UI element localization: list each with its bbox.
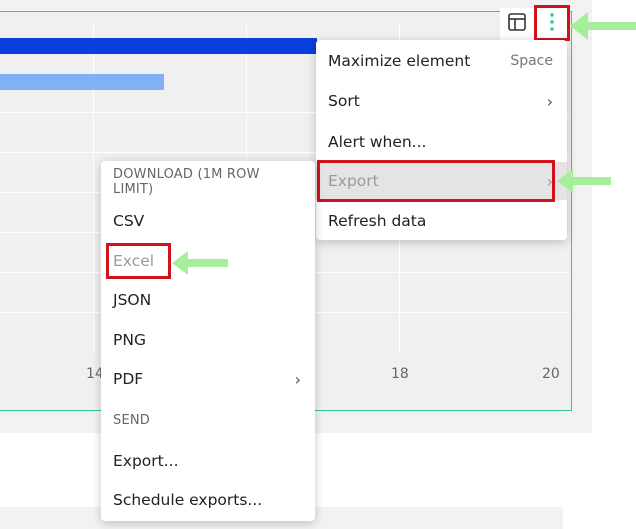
menu-item-label: Export... (113, 452, 179, 470)
arrow-left-icon (557, 169, 611, 193)
menu-item-label: Refresh data (328, 212, 427, 230)
export-highlight (317, 160, 555, 202)
menu-item-label: Alert when... (328, 133, 427, 151)
export-item-json[interactable]: JSON (101, 281, 315, 319)
menu-item-maximize[interactable]: Maximize element Space (316, 42, 567, 80)
export-item-csv[interactable]: CSV (101, 202, 315, 240)
menu-item-label: Maximize element (328, 52, 471, 70)
export-item-png[interactable]: PNG (101, 321, 315, 359)
export-item-schedule-exports[interactable]: Schedule exports... (101, 481, 315, 519)
send-section-header: SEND (101, 401, 315, 439)
menu-item-label: JSON (113, 291, 152, 309)
bar-series-2[interactable] (0, 74, 164, 90)
chevron-right-icon: › (546, 91, 553, 111)
arrow-left-icon (570, 12, 636, 40)
element-menu: Maximize element Space Sort › Alert when… (316, 40, 567, 240)
table-icon (507, 12, 527, 36)
section-header-label: SEND (113, 412, 151, 428)
menu-item-label: Schedule exports... (113, 491, 263, 509)
section-header-label: DOWNLOAD (1M ROW LIMIT) (113, 167, 260, 197)
menu-item-label: Sort (328, 92, 360, 110)
x-tick-label: 20 (542, 366, 560, 382)
menu-item-label: PNG (113, 331, 146, 349)
more-options-highlight (534, 5, 570, 41)
x-tick-label: 18 (391, 366, 409, 382)
menu-item-alert-when[interactable]: Alert when... (316, 123, 567, 161)
bar-series-1[interactable] (0, 38, 317, 54)
table-view-button[interactable] (500, 8, 534, 40)
export-item-export[interactable]: Export... (101, 442, 315, 480)
chevron-right-icon: › (294, 369, 301, 389)
menu-item-refresh-data[interactable]: Refresh data (316, 202, 567, 240)
menu-item-label: PDF (113, 370, 144, 388)
menu-item-sort[interactable]: Sort › (316, 82, 567, 120)
menu-item-label: CSV (113, 212, 145, 230)
export-submenu: DOWNLOAD (1M ROW LIMIT) CSV Excel JSON P… (101, 161, 315, 521)
arrow-left-icon (172, 251, 228, 275)
export-item-pdf[interactable]: PDF › (101, 360, 315, 398)
excel-highlight (106, 243, 171, 279)
download-section-header: DOWNLOAD (1M ROW LIMIT) (101, 163, 315, 201)
shortcut-label: Space (510, 53, 553, 69)
